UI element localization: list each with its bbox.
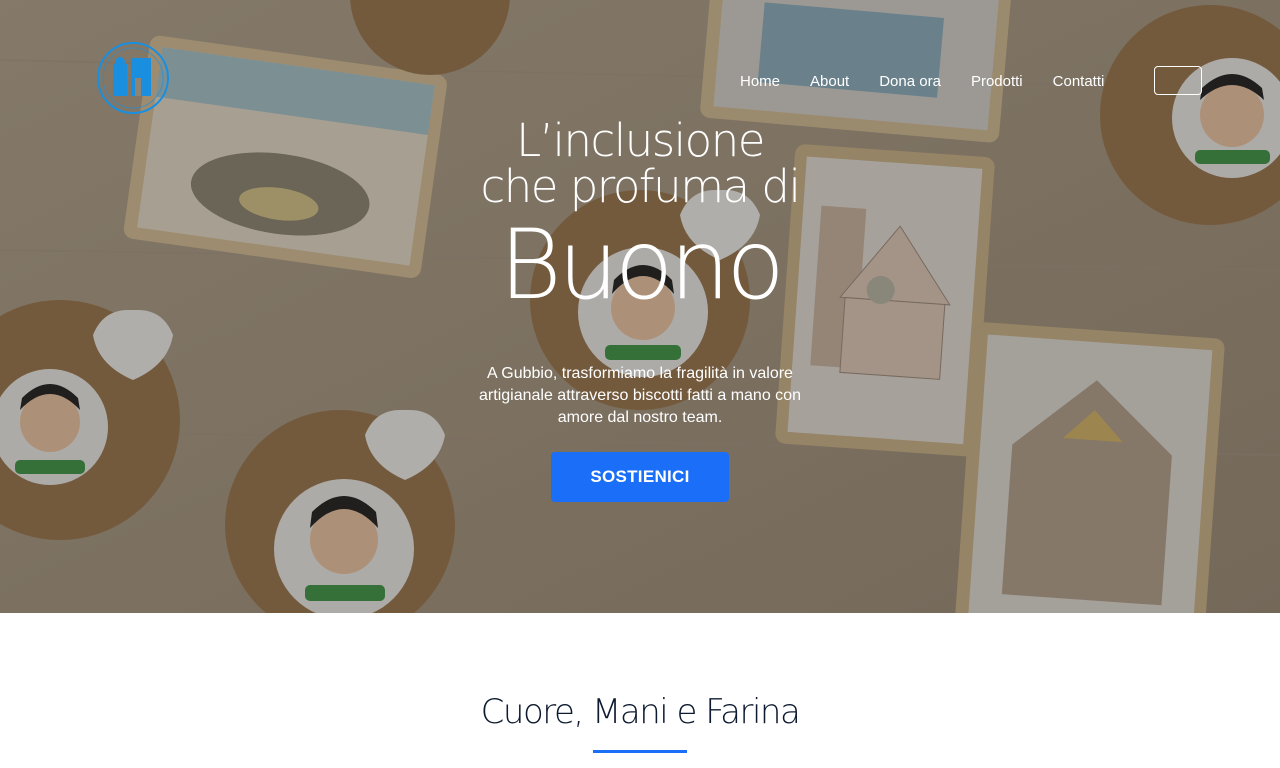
nav-item-dona-ora[interactable]: Dona ora [879, 73, 941, 90]
nav-item-about[interactable]: About [810, 73, 849, 90]
logo-icon[interactable] [95, 40, 171, 116]
sostienici-button[interactable]: SOSTIENICI [551, 452, 729, 502]
hero-title-line-1: L’inclusione [516, 114, 765, 167]
hero-subtitle: A Gubbio, trasformiamo la fragilità in v… [479, 365, 801, 426]
nav-item-home[interactable]: Home [740, 73, 780, 90]
nav-item-prodotti[interactable]: Prodotti [971, 73, 1023, 90]
nav-extra-button[interactable] [1154, 66, 1202, 95]
hero-title-line-3: Buono [498, 209, 785, 321]
main-nav: Home About Dona ora Prodotti Contatti [740, 68, 1134, 94]
section-title: Cuore, Mani e Farina [480, 692, 801, 732]
section-title-underline [593, 750, 687, 753]
nav-item-contatti[interactable]: Contatti [1053, 73, 1105, 90]
hero-title-line-2: che profuma di [480, 160, 801, 213]
